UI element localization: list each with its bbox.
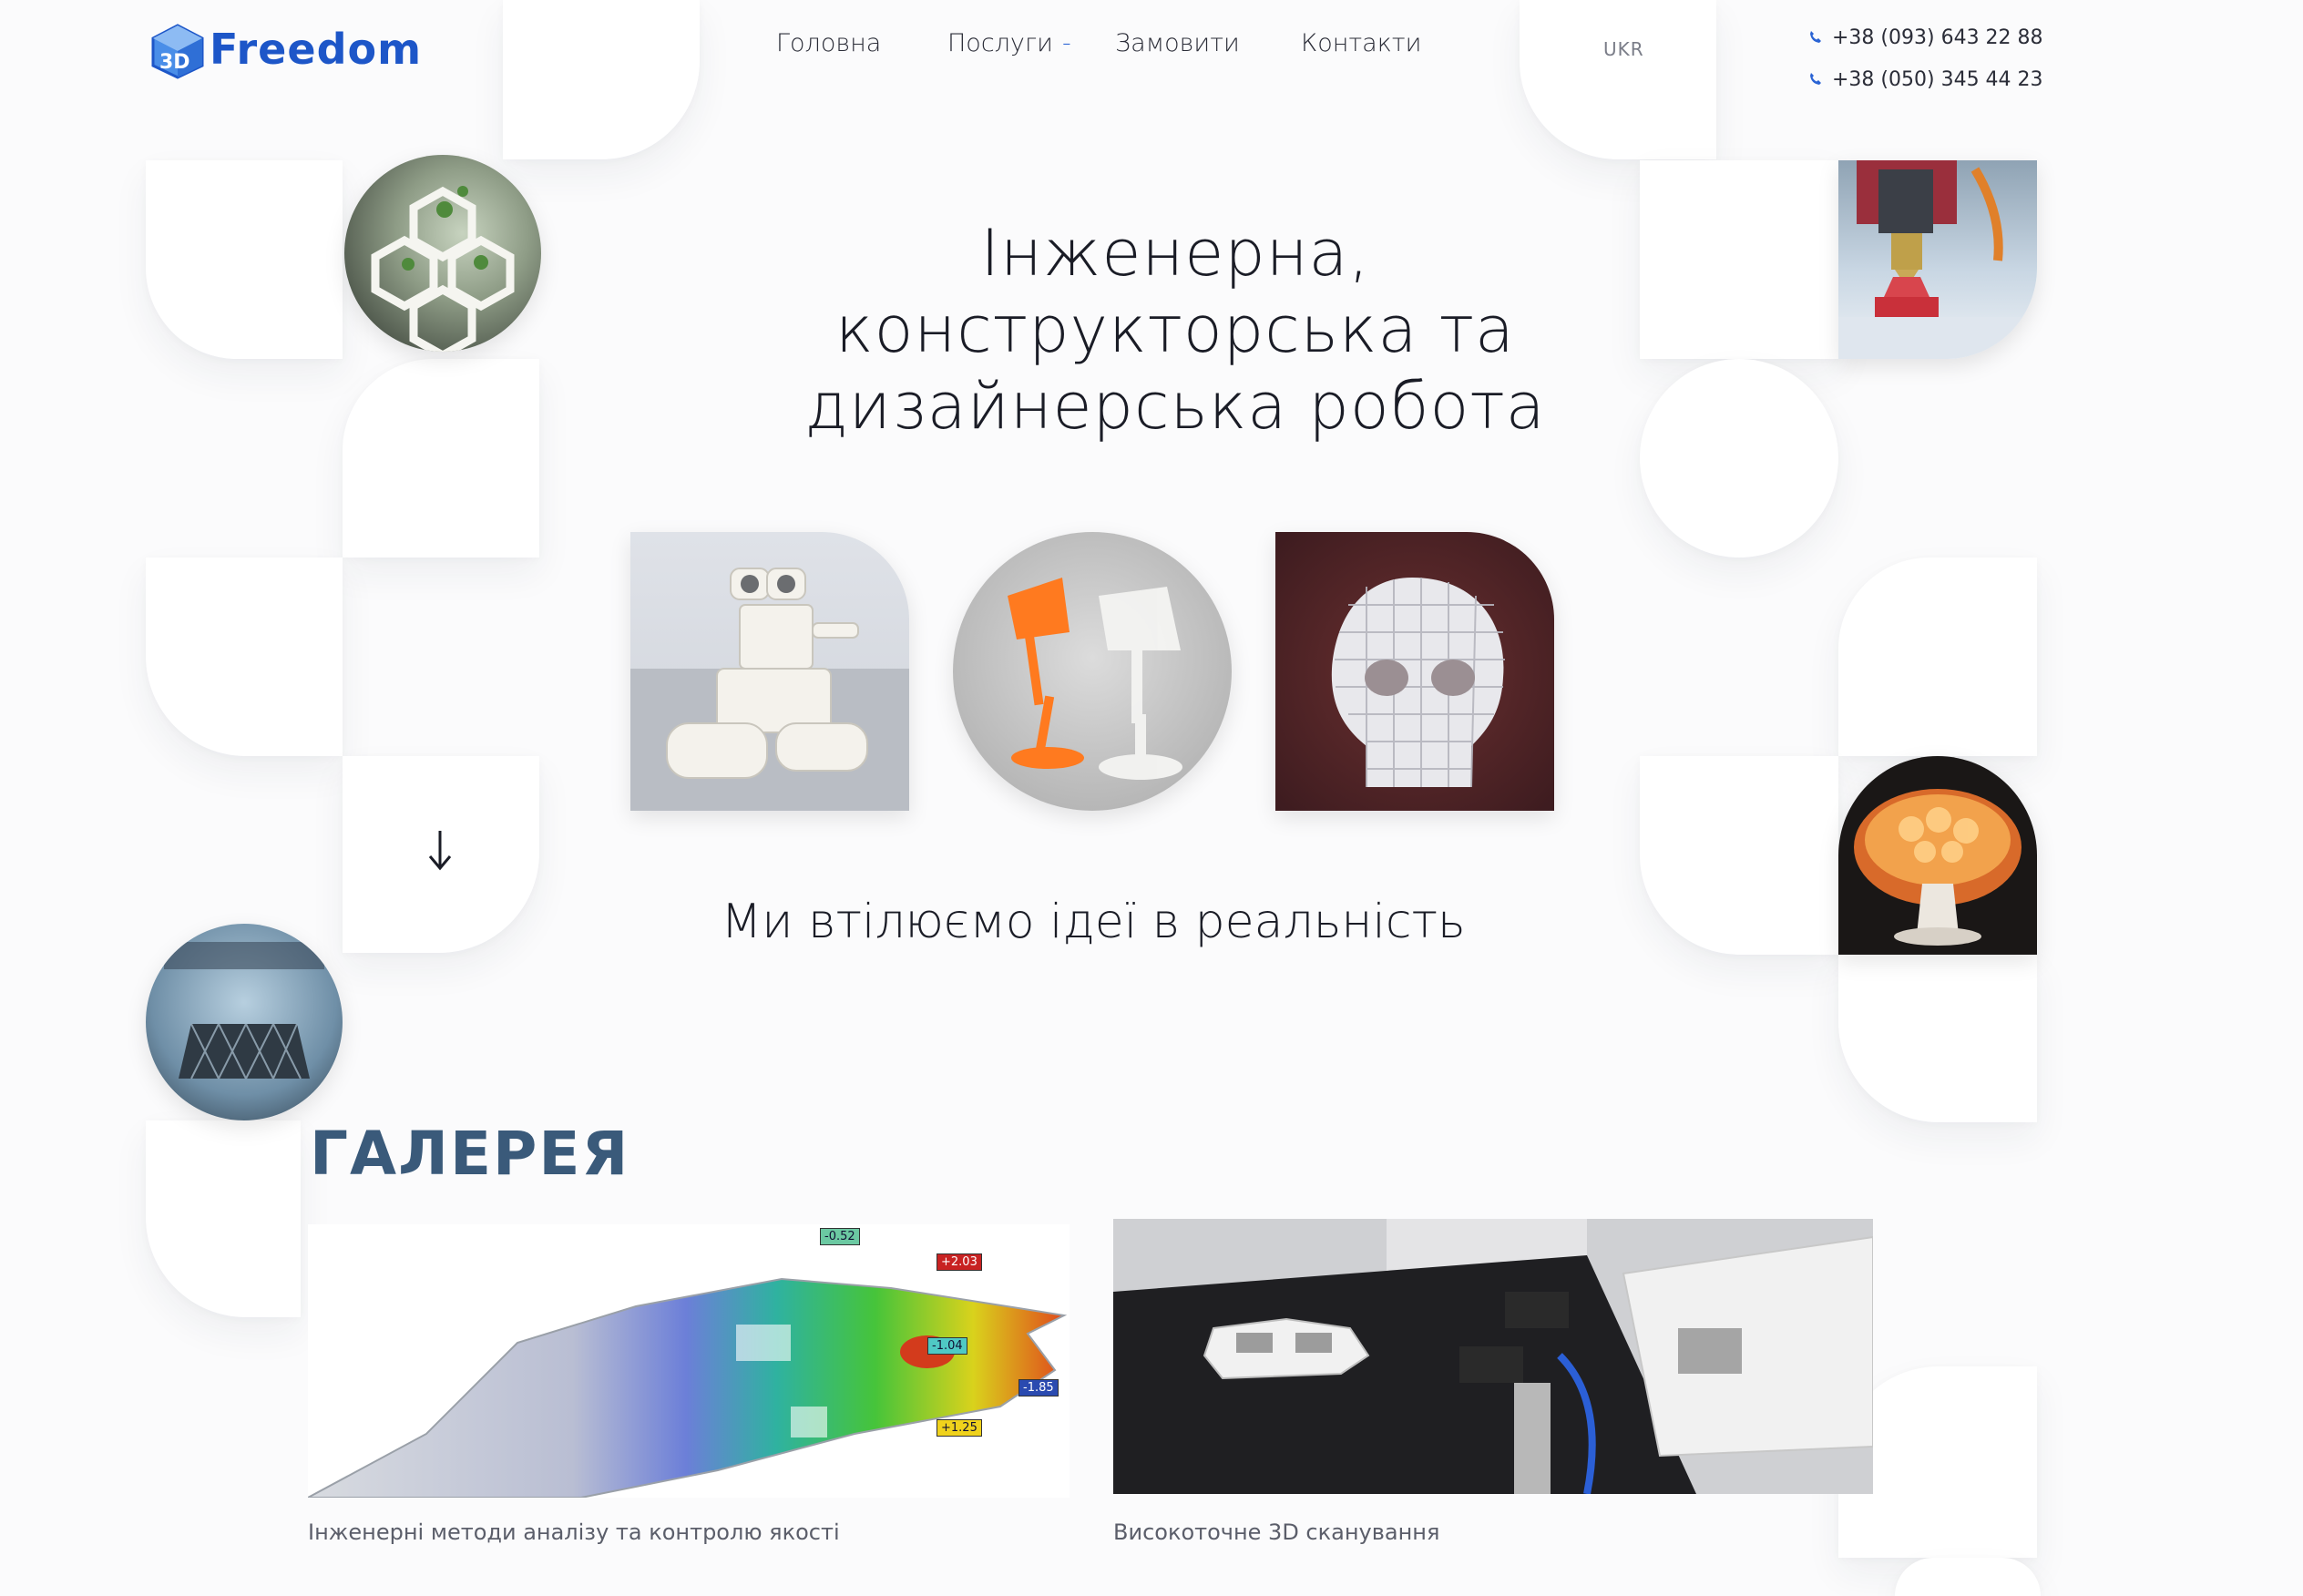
analysis-tag: -1.85 [1018, 1379, 1059, 1396]
bg-tile [1640, 160, 1840, 359]
analysis-tag: +2.03 [937, 1253, 982, 1271]
mushroom-lamp-photo [1838, 756, 2037, 955]
bg-tile [343, 359, 539, 558]
logo-wordmark: Freedom [210, 25, 423, 74]
phone-icon [1810, 73, 1821, 85]
nav-item-services[interactable]: Послуги - [947, 29, 1071, 57]
planters-photo [344, 155, 541, 352]
analysis-tag: +1.25 [937, 1419, 982, 1437]
analysis-tag: -1.04 [927, 1337, 967, 1355]
gallery-caption: Високоточне 3D сканування [1113, 1519, 1440, 1545]
gallery-image-scanning[interactable] [1113, 1219, 1873, 1494]
bg-tile [146, 558, 343, 756]
bg-tile [1838, 955, 2037, 1122]
hero-title-line: конструкторська та [835, 292, 1515, 367]
arrow-down-icon [428, 831, 452, 871]
gallery-caption: Інженерні методи аналізу та контролю яко… [308, 1519, 840, 1545]
nav-item-order[interactable]: Замовити [1115, 29, 1240, 57]
bg-tile [1520, 0, 1716, 159]
bg-tile [146, 1120, 301, 1317]
desk-lamps-photo [953, 532, 1232, 811]
hero-title-line: дизайнерська робота [804, 369, 1546, 444]
gallery-title: ГАЛЕРЕЯ [310, 1119, 630, 1189]
robot-figure-photo [630, 532, 909, 811]
phone-link[interactable]: +38 (050) 345 44 23 [1808, 58, 2043, 100]
bg-tile [1640, 359, 1838, 558]
printer-nozzle-photo [1838, 160, 2037, 359]
phone-icon [1810, 31, 1821, 43]
hero-title: Інженерна, конструкторська та дизайнерсь… [747, 215, 1603, 445]
bg-tile [1640, 756, 1838, 955]
gallery-image-analysis[interactable]: -0.52 +2.03 -1.04 -1.85 +1.25 [308, 1224, 1070, 1498]
analysis-tag: -0.52 [820, 1228, 860, 1245]
svg-text:3D: 3D [159, 51, 190, 74]
bg-tile [503, 0, 700, 159]
phone-link[interactable]: +38 (093) 643 22 88 [1808, 16, 2043, 58]
language-switch[interactable]: UKR [1603, 38, 1644, 60]
logo-cube-icon: 3D [149, 23, 206, 79]
hero-title-line: Інженерна, [980, 216, 1370, 291]
site-logo[interactable]: 3D Freedom [149, 20, 422, 82]
nav-item-contacts[interactable]: Контакти [1301, 29, 1421, 57]
bg-tile [1895, 1558, 2041, 1596]
dropdown-caret-icon: - [1061, 29, 1071, 57]
lattice-print-photo [146, 924, 343, 1120]
bg-tile [1838, 558, 2037, 756]
contact-phones: +38 (093) 643 22 88 +38 (050) 345 44 23 [1808, 16, 2043, 100]
scroll-down-button[interactable] [426, 829, 454, 875]
lattice-skull-photo [1275, 532, 1554, 811]
hero-slogan: Ми втілюємо ідеї в реальність [721, 895, 1466, 949]
nav-item-home[interactable]: Головна [776, 29, 881, 57]
bg-tile [146, 160, 343, 359]
